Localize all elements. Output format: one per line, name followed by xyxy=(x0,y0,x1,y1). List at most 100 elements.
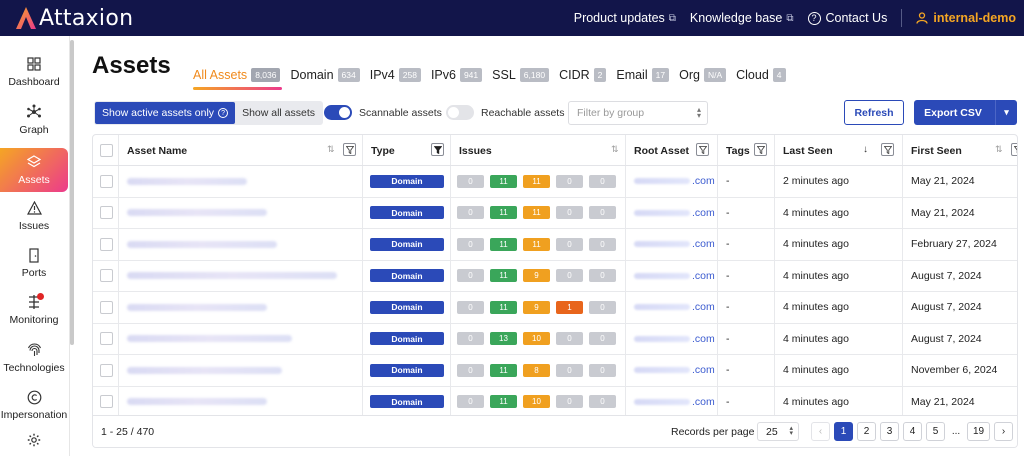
root-asset-cell[interactable]: .com xyxy=(626,197,718,228)
issue-count-badge[interactable]: 11 xyxy=(490,363,517,377)
issue-count-badge[interactable]: 0 xyxy=(556,206,583,220)
issue-count-badge[interactable]: 0 xyxy=(556,332,583,346)
table-row[interactable]: Domain 0 11 10 0 0 .com -4 minutes ago May 21, 2… xyxy=(93,386,1017,418)
info-icon[interactable]: ? xyxy=(218,108,229,118)
issue-count-badge[interactable]: 11 xyxy=(490,174,517,188)
table-row[interactable]: Domain 0 11 8 0 0 .com -4 minutes ago November 6… xyxy=(93,355,1017,387)
issue-count-badge[interactable]: 0 xyxy=(457,237,484,251)
issue-count-badge[interactable]: 0 xyxy=(589,395,616,409)
issue-count-badge[interactable]: 0 xyxy=(457,269,484,283)
issue-count-badge[interactable]: 0 xyxy=(457,395,484,409)
tab-ssl[interactable]: SSL 6,180 xyxy=(492,64,550,86)
filter-active-icon[interactable] xyxy=(431,143,444,156)
sidebar-item-dashboard[interactable]: Dashboard xyxy=(0,50,68,94)
contact-us-link[interactable]: ? Contact Us xyxy=(807,11,887,25)
sort-icon[interactable]: ⇅ xyxy=(995,144,1003,155)
scannable-toggle[interactable] xyxy=(324,105,352,120)
root-asset-cell[interactable]: .com xyxy=(626,260,718,291)
issue-count-badge[interactable]: 11 xyxy=(490,269,517,283)
table-row[interactable]: Domain 0 11 11 0 0 .com -2 minutes ago May 21, 2… xyxy=(93,166,1017,198)
row-checkbox[interactable] xyxy=(100,395,113,409)
table-row[interactable]: Domain 0 11 11 0 0 .com -4 minutes ago May 21, 2… xyxy=(93,197,1017,229)
issue-count-badge[interactable]: 10 xyxy=(523,332,550,346)
root-asset-cell[interactable]: .com xyxy=(626,292,718,323)
issue-count-badge[interactable]: 0 xyxy=(589,363,616,377)
filter-icon[interactable] xyxy=(696,143,709,156)
root-asset-link[interactable]: .com xyxy=(692,207,715,219)
header-tags[interactable]: Tags xyxy=(718,135,775,165)
issue-count-badge[interactable]: 0 xyxy=(457,363,484,377)
records-per-page-select[interactable]: 25 ▴ ▾ xyxy=(757,422,799,441)
sort-icon[interactable]: ⇅ xyxy=(327,144,335,155)
row-checkbox[interactable] xyxy=(100,237,113,251)
tab-ipv4[interactable]: IPv4 258 xyxy=(370,64,421,86)
tab-cidr[interactable]: CIDR 2 xyxy=(559,64,607,86)
root-asset-link[interactable]: .com xyxy=(692,364,715,376)
issue-count-badge[interactable]: 0 xyxy=(589,332,616,346)
issue-count-badge[interactable]: 0 xyxy=(589,300,616,314)
table-row[interactable]: Domain 0 13 10 0 0 .com -4 minutes ago August 7,… xyxy=(93,323,1017,355)
issue-count-badge[interactable]: 11 xyxy=(523,206,550,220)
issue-count-badge[interactable]: 9 xyxy=(523,300,550,314)
issue-count-badge[interactable]: 11 xyxy=(490,237,517,251)
asset-name-cell[interactable] xyxy=(119,355,363,386)
export-csv-button[interactable]: Export CSV ▾ xyxy=(914,100,1017,125)
sort-icon[interactable]: ⇅ xyxy=(611,144,619,155)
issue-count-badge[interactable]: 11 xyxy=(490,206,517,220)
issue-count-badge[interactable]: 0 xyxy=(556,363,583,377)
product-updates-link[interactable]: Product updates ⧉ xyxy=(574,11,676,25)
page-button[interactable]: 4 xyxy=(903,422,922,441)
issue-count-badge[interactable]: 11 xyxy=(490,395,517,409)
issue-count-badge[interactable]: 11 xyxy=(523,174,550,188)
issue-count-badge[interactable]: 0 xyxy=(589,174,616,188)
header-asset-name[interactable]: Asset Name ⇅ xyxy=(119,135,363,165)
select-all-checkbox[interactable] xyxy=(100,144,113,157)
prev-page-button[interactable]: ‹ xyxy=(811,422,830,441)
asset-name-cell[interactable] xyxy=(119,197,363,228)
issue-count-badge[interactable]: 0 xyxy=(556,269,583,283)
table-row[interactable]: Domain 0 11 11 0 0 .com -4 minutes ago February … xyxy=(93,229,1017,261)
filter-icon[interactable] xyxy=(881,143,894,156)
user-menu[interactable]: internal-demo xyxy=(916,11,1016,25)
issue-count-badge[interactable]: 9 xyxy=(523,269,550,283)
sidebar-item-settings[interactable] xyxy=(0,432,68,456)
filter-icon[interactable] xyxy=(754,143,767,156)
row-checkbox[interactable] xyxy=(100,332,113,346)
page-button[interactable]: 5 xyxy=(926,422,945,441)
root-asset-link[interactable]: .com xyxy=(692,270,715,282)
page-button[interactable]: 1 xyxy=(834,422,853,441)
asset-name-cell[interactable] xyxy=(119,292,363,323)
row-checkbox[interactable] xyxy=(100,300,113,314)
refresh-button[interactable]: Refresh xyxy=(844,100,904,125)
sidebar-item-monitoring[interactable]: Monitoring xyxy=(0,288,68,332)
sidebar-item-ports[interactable]: Ports xyxy=(0,241,68,285)
table-row[interactable]: Domain 0 11 9 0 0 .com -4 minutes ago August 7, … xyxy=(93,260,1017,292)
root-asset-cell[interactable]: .com xyxy=(626,166,718,197)
page-button[interactable]: 3 xyxy=(880,422,899,441)
page-button[interactable]: 2 xyxy=(857,422,876,441)
knowledge-base-link[interactable]: Knowledge base ⧉ xyxy=(690,11,794,25)
sort-descending-icon[interactable]: ↓ xyxy=(863,144,868,155)
issue-count-badge[interactable]: 11 xyxy=(523,237,550,251)
sidebar-item-impersonation[interactable]: Impersonation xyxy=(0,383,68,427)
issue-count-badge[interactable]: 1 xyxy=(556,300,583,314)
header-last-seen[interactable]: Last Seen ↓ xyxy=(775,135,903,165)
group-filter-select[interactable]: Filter by group ▴ ▾ xyxy=(568,101,708,125)
issue-count-badge[interactable]: 0 xyxy=(589,269,616,283)
tab-org[interactable]: Org N/A xyxy=(679,64,727,86)
issue-count-badge[interactable]: 0 xyxy=(457,300,484,314)
page-button[interactable]: 19 xyxy=(967,422,990,441)
row-checkbox[interactable] xyxy=(100,269,113,283)
sidebar-item-graph[interactable]: Graph xyxy=(0,98,68,142)
asset-name-cell[interactable] xyxy=(119,260,363,291)
issue-count-badge[interactable]: 0 xyxy=(589,206,616,220)
chevron-down-icon[interactable]: ▾ xyxy=(995,100,1017,125)
table-row[interactable]: Domain 0 11 9 1 0 .com -4 minutes ago August 7, … xyxy=(93,292,1017,324)
root-asset-cell[interactable]: .com xyxy=(626,229,718,260)
header-first-seen[interactable]: First Seen ⇅ xyxy=(903,135,1017,165)
header-type[interactable]: Type xyxy=(363,135,451,165)
root-asset-cell[interactable]: .com xyxy=(626,355,718,386)
issue-count-badge[interactable]: 0 xyxy=(457,332,484,346)
asset-name-cell[interactable] xyxy=(119,323,363,354)
tab-cloud[interactable]: Cloud 4 xyxy=(736,64,786,86)
